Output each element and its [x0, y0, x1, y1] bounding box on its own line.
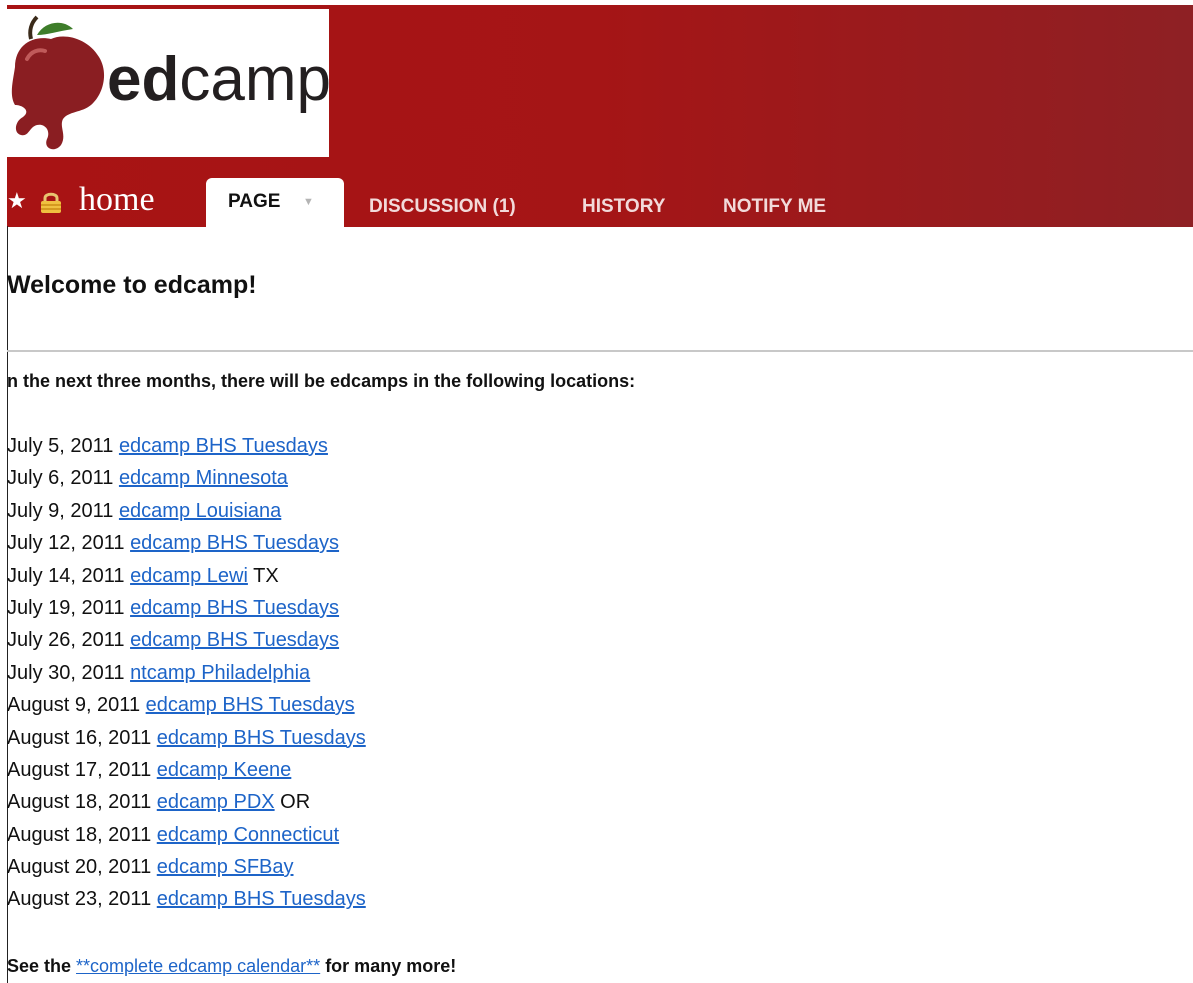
see-more-text: See the **complete edcamp calendar** for…	[7, 952, 456, 980]
event-date: August 23, 2011	[7, 888, 152, 911]
event-link[interactable]: edcamp BHS Tuesdays	[130, 532, 339, 554]
event-link[interactable]: edcamp Louisiana	[119, 500, 281, 522]
divider	[7, 350, 1193, 352]
event-link[interactable]: edcamp Minnesota	[119, 467, 288, 489]
list-item: July 19, 2011 edcamp BHS Tuesdays	[7, 592, 366, 624]
event-date: July 9, 2011	[7, 499, 114, 522]
page-title: Welcome to edcamp!	[7, 271, 257, 299]
site-header: edcamp ★ home PAGE ▼ DISCUSSION (1) HIST…	[7, 5, 1193, 227]
list-item: August 20, 2011 edcamp SFBay	[7, 851, 366, 883]
list-item: August 17, 2011 edcamp Keene	[7, 754, 366, 786]
event-date: August 20, 2011	[7, 856, 152, 879]
list-item: July 14, 2011 edcamp Lewi TX	[7, 560, 366, 592]
event-date: August 18, 2011	[7, 823, 152, 846]
list-item: August 18, 2011 edcamp Connecticut	[7, 819, 366, 851]
event-date: July 26, 2011	[7, 629, 125, 652]
event-link[interactable]: edcamp BHS Tuesdays	[130, 597, 339, 619]
list-item: August 23, 2011 edcamp BHS Tuesdays	[7, 883, 366, 915]
event-link[interactable]: edcamp BHS Tuesdays	[119, 435, 328, 457]
tab-discussion[interactable]: DISCUSSION (1)	[369, 187, 516, 227]
list-item: July 9, 2011 edcamp Louisiana	[7, 495, 366, 527]
event-date: August 17, 2011	[7, 758, 152, 781]
edcamp-logo[interactable]: edcamp	[7, 9, 331, 157]
event-link[interactable]: ntcamp Philadelphia	[130, 662, 310, 684]
logo-wordmark: edcamp	[107, 45, 331, 115]
tab-notify-me[interactable]: NOTIFY ME	[723, 187, 826, 227]
event-link[interactable]: edcamp Keene	[157, 759, 292, 781]
chevron-down-icon: ▼	[303, 196, 314, 208]
event-link[interactable]: edcamp BHS Tuesdays	[157, 888, 366, 910]
see-more-after: for many more!	[320, 956, 457, 976]
intro-text: n the next three months, there will be e…	[7, 371, 636, 391]
complete-calendar-link[interactable]: **complete edcamp calendar**	[76, 956, 320, 976]
list-item: July 6, 2011 edcamp Minnesota	[7, 462, 366, 494]
tab-page-label: PAGE	[228, 191, 281, 212]
list-item: July 5, 2011 edcamp BHS Tuesdays	[7, 430, 366, 462]
event-link[interactable]: edcamp Lewi	[130, 565, 248, 587]
event-link[interactable]: edcamp BHS Tuesdays	[130, 629, 339, 651]
star-icon[interactable]: ★	[7, 189, 27, 213]
list-item: July 12, 2011 edcamp BHS Tuesdays	[7, 527, 366, 559]
see-more-before: See the	[7, 956, 77, 976]
list-item: August 9, 2011 edcamp BHS Tuesdays	[7, 689, 366, 721]
page-name: home	[79, 181, 155, 218]
logo-text-light: camp	[179, 45, 331, 114]
event-date: July 12, 2011	[7, 532, 125, 555]
list-item: July 30, 2011 ntcamp Philadelphia	[7, 657, 366, 689]
list-item: August 18, 2011 edcamp PDX OR	[7, 786, 366, 818]
event-list: July 5, 2011 edcamp BHS Tuesdays July 6, …	[7, 430, 366, 916]
event-link[interactable]: edcamp BHS Tuesdays	[157, 727, 366, 749]
event-date: July 30, 2011	[7, 661, 125, 684]
apple-logo-icon	[11, 15, 105, 150]
tab-page[interactable]: PAGE ▼	[206, 178, 344, 227]
event-date: July 5, 2011	[7, 435, 114, 457]
event-suffix: OR	[280, 791, 311, 814]
event-link[interactable]: edcamp Connecticut	[157, 824, 339, 846]
event-date: July 19, 2011	[7, 596, 125, 619]
list-item: August 16, 2011 edcamp BHS Tuesdays	[7, 722, 366, 754]
event-date: August 16, 2011	[7, 726, 152, 749]
event-link[interactable]: edcamp BHS Tuesdays	[146, 694, 355, 716]
event-date: August 9, 2011	[7, 694, 141, 717]
event-date: August 18, 2011	[7, 791, 152, 814]
event-suffix: TX	[253, 564, 279, 587]
event-link[interactable]: edcamp PDX	[157, 791, 275, 813]
event-date: July 6, 2011	[7, 467, 114, 490]
event-date: July 14, 2011	[7, 564, 125, 587]
tab-history[interactable]: HISTORY	[582, 187, 665, 227]
event-link[interactable]: edcamp SFBay	[157, 856, 294, 878]
lock-icon[interactable]	[38, 191, 64, 218]
logo-text-bold: ed	[107, 45, 180, 114]
list-item: July 26, 2011 edcamp BHS Tuesdays	[7, 624, 366, 656]
page-nav: ★ home PAGE ▼ DISCUSSION (1) HISTORY NOT…	[7, 175, 1193, 227]
